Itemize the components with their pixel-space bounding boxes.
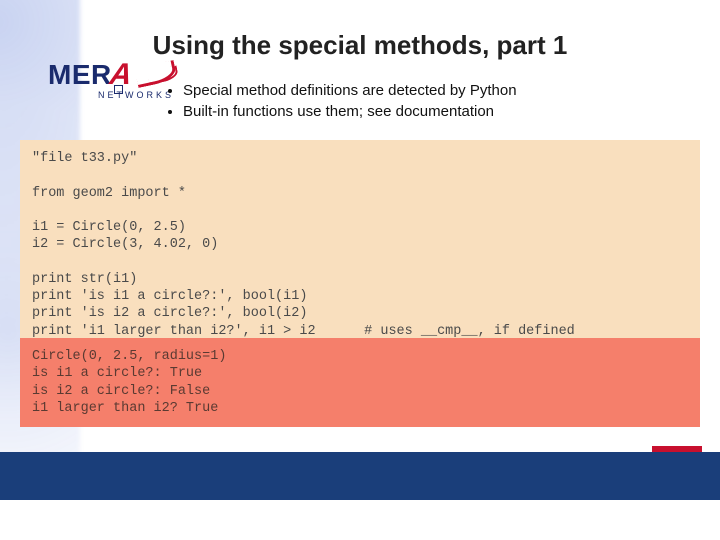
- bullet-item: Special method definitions are detected …: [183, 82, 517, 99]
- bullet-item: Built-in functions use them; see documen…: [183, 103, 517, 120]
- logo-box-icon: [114, 85, 123, 94]
- bullet-list: Special method definitions are detected …: [165, 78, 517, 124]
- code-block-output: Circle(0, 2.5, radius=1) is i1 a circle?…: [20, 338, 700, 427]
- code-block-source: "file t33.py" from geom2 import * i1 = C…: [20, 140, 700, 350]
- logo-text-main: MER: [48, 59, 112, 91]
- footer-bar: [0, 452, 720, 500]
- mera-logo: MERA NETWORKS: [48, 58, 178, 100]
- slide-title: Using the special methods, part 1: [0, 30, 720, 61]
- footer-white-bar: [0, 500, 720, 540]
